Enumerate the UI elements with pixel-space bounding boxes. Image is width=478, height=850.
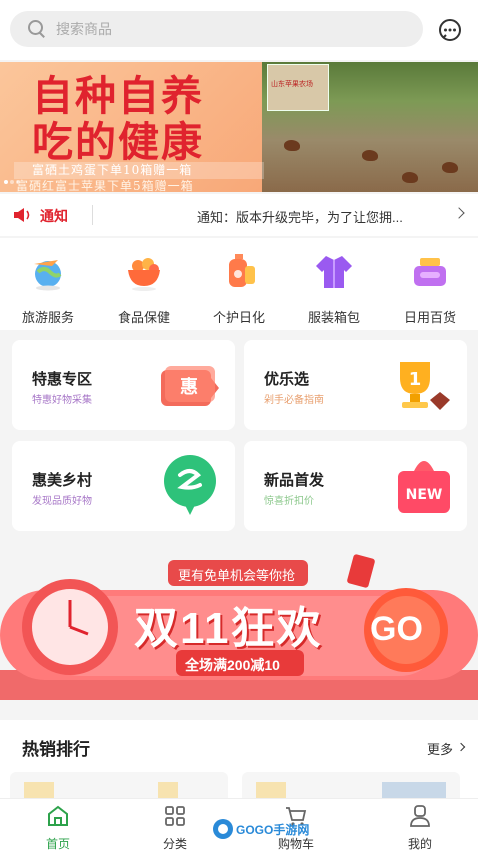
notice-label: 通知 [40, 208, 68, 224]
top-header: 搜索商品 [0, 0, 478, 60]
banner-photo-orchard: 山东苹果农场 [262, 62, 478, 192]
trophy-icon: 1 [400, 362, 450, 410]
trophy-number: 1 [409, 369, 422, 390]
chevron-right-icon[interactable] [456, 742, 466, 752]
promo-card-subtitle: 特惠好物采集 [32, 395, 92, 406]
banner-subtitle-line2: 富硒红富士苹果下单5箱赠一箱 [16, 179, 194, 192]
category-item-clothing[interactable]: 服装箱包 [299, 252, 369, 326]
promo-card-subtitle: 发现品质好物 [32, 496, 92, 507]
tab-home[interactable]: 首页 [28, 804, 88, 850]
carousel-indicator[interactable] [0, 176, 22, 186]
tab-category[interactable]: 分类 [145, 804, 205, 850]
tab-profile[interactable]: 我的 [390, 804, 450, 850]
carousel-dot[interactable] [16, 180, 20, 184]
tab-label: 我的 [407, 837, 432, 850]
promo-card-subtitle: 剁手必备指南 [264, 395, 324, 406]
notice-bar[interactable]: 通知 通知：版本升级完毕，为了让您拥... [0, 194, 478, 236]
sale-top-text: 更有免单机会等你抢 [178, 568, 296, 583]
food-bowl-icon [128, 258, 160, 291]
category-item-food[interactable]: 食品保健 [109, 252, 179, 326]
hen-image [402, 172, 418, 183]
hen-image [362, 150, 378, 161]
watermark-text: GOGO手游网 [236, 823, 310, 837]
travel-globe-icon [34, 260, 62, 291]
section-title: 热销排行 [22, 740, 90, 759]
promo-card-title: 优乐选 [264, 371, 310, 388]
hen-image [442, 162, 458, 173]
promo-banner-carousel[interactable]: 自种自养 吃的健康 山东苹果农场 富硒土鸡蛋下单10箱赠一箱 富硒红富士苹果下单… [0, 62, 478, 192]
search-placeholder: 搜索商品 [56, 21, 112, 37]
promo-card-discount-zone[interactable]: 特惠专区 特惠好物采集 惠 [12, 340, 235, 430]
speaker-icon [14, 208, 30, 222]
chat-bubble-icon[interactable] [437, 17, 463, 43]
notice-text[interactable]: 通知：版本升级完毕，为了让您拥... [197, 207, 403, 226]
home-icon [48, 805, 68, 826]
personal-care-bottle-icon [229, 254, 255, 287]
category-item-travel[interactable]: 旅游服务 [13, 252, 83, 326]
discount-tag-icon: 惠 [161, 366, 219, 406]
promo-card-subtitle: 惊喜折扣价 [264, 496, 314, 507]
search-icon [28, 20, 46, 38]
sale-go-button[interactable]: GO [370, 610, 423, 649]
chevron-right-icon[interactable] [453, 207, 465, 219]
promo-card-title: 新品首发 [264, 472, 325, 489]
banner-inset-label: 山东苹果农场 [271, 81, 313, 88]
daily-goods-basket-icon [414, 258, 446, 286]
category-item-daily-goods[interactable]: 日用百货 [395, 252, 465, 326]
carousel-dot[interactable] [10, 180, 14, 184]
tab-label: 首页 [45, 837, 70, 850]
promo-card-new-arrivals[interactable]: 新品首发 惊喜折扣价 NEW [244, 441, 467, 531]
category-nav: 旅游服务 食品保健 个护日化 服装箱包 日用百货 [0, 238, 478, 330]
category-label: 食品保健 [117, 310, 170, 325]
hen-image [284, 140, 300, 151]
sale-deal-text: 全场满200减10 [185, 657, 280, 673]
double11-sale-banner[interactable]: 更有免单机会等你抢 双11狂欢 全场满200减10 GO [0, 542, 478, 712]
category-label: 旅游服务 [21, 310, 74, 325]
banner-title-line2: 吃的健康 [32, 118, 204, 166]
clothing-jacket-icon [316, 256, 352, 288]
watermark-logo: GOGO手游网 [212, 818, 312, 840]
promo-card-village[interactable]: 惠美乡村 发现品质好物 [12, 441, 235, 531]
user-icon [410, 805, 430, 827]
village-badge-icon [164, 455, 216, 515]
promo-card-youlexuan[interactable]: 优乐选 剁手必备指南 1 [244, 340, 467, 430]
hot-ranking-section: 热销排行 更多 [0, 720, 478, 802]
category-label: 服装箱包 [307, 310, 360, 325]
more-link[interactable]: 更多 [427, 739, 453, 758]
banner-inset-image: 山东苹果农场 [267, 64, 329, 111]
category-item-personal-care[interactable]: 个护日化 [204, 252, 274, 326]
category-label: 日用百货 [403, 310, 456, 325]
discount-tag-text: 惠 [180, 377, 198, 398]
watermark-icon [213, 819, 233, 839]
category-grid-icon [165, 806, 185, 826]
new-gift-box-icon: NEW [398, 461, 450, 513]
banner-subtitle-line1: 富硒土鸡蛋下单10箱赠一箱 [14, 162, 264, 179]
promo-card-title: 特惠专区 [32, 371, 93, 388]
notice-divider [92, 205, 93, 225]
promo-card-title: 惠美乡村 [32, 472, 93, 489]
new-badge-text: NEW [406, 487, 443, 503]
search-bar[interactable]: 搜索商品 [10, 11, 423, 47]
carousel-dot[interactable] [4, 180, 8, 184]
category-label: 个护日化 [212, 310, 265, 325]
tab-label: 分类 [162, 837, 187, 850]
promo-cards-grid: 特惠专区 特惠好物采集 惠 优乐选 剁手必备指南 1 惠美乡村 发现品质好物 新… [0, 330, 478, 542]
sale-title: 双11狂欢 [134, 604, 323, 653]
